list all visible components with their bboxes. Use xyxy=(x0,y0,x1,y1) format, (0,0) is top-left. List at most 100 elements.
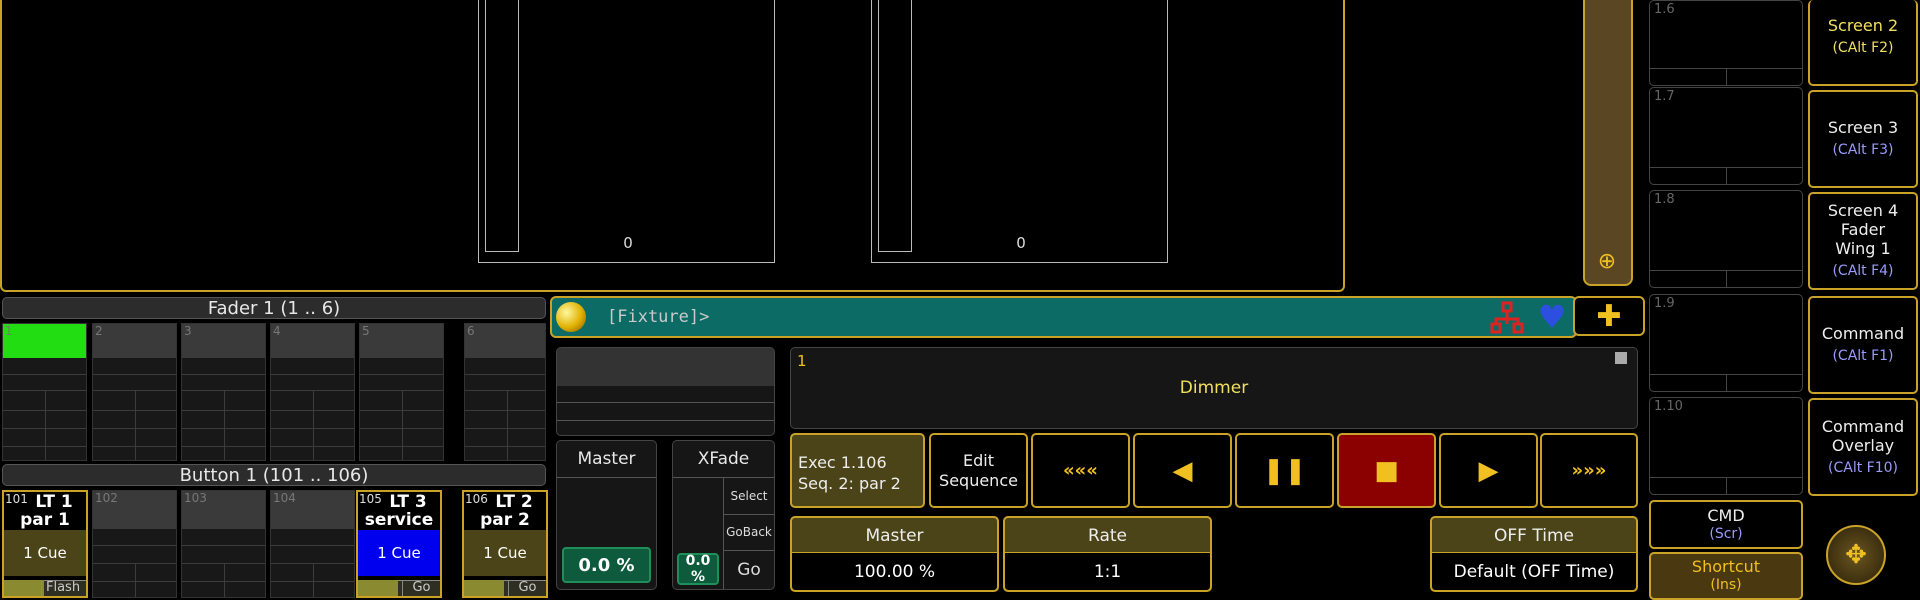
executor-button-cue: 1 Cue xyxy=(4,530,86,576)
xfade-panel[interactable]: XFade Select GoBack Go 0.0 % xyxy=(672,440,775,590)
executor-slot-number: 1.9 xyxy=(1654,296,1675,311)
exec-button[interactable]: Exec 1.106 Seq. 2: par 2 xyxy=(790,433,925,508)
executor-number: 1 xyxy=(797,352,807,370)
command-line[interactable]: [Fixture]> ♥ xyxy=(550,296,1577,338)
executor-button-footer: Go xyxy=(402,580,440,596)
go-button[interactable]: Go xyxy=(724,551,774,589)
master-fader-value: 0.0 % xyxy=(562,547,651,583)
pause-icon[interactable]: ❚❚ xyxy=(1235,433,1334,508)
screen-button-line1: Command xyxy=(1821,324,1905,343)
button-slot[interactable]: 104 xyxy=(270,490,355,598)
master-fader-label: Master xyxy=(577,449,636,469)
heart-icon[interactable]: ♥ xyxy=(1534,298,1570,336)
off-time-control[interactable]: OFF Time Default (OFF Time) xyxy=(1430,516,1638,592)
fader-slot-number: 3 xyxy=(184,324,192,338)
executor-slot[interactable]: 1.10 xyxy=(1649,397,1803,495)
button-panel-title: Button 1 (101 .. 106) xyxy=(2,464,546,486)
executor-display: 1 Dimmer xyxy=(790,347,1638,429)
executor-button-footer: Flash xyxy=(41,580,86,596)
move-icon[interactable]: ✥ xyxy=(1826,525,1886,585)
exec-line2: Seq. 2: par 2 xyxy=(798,474,901,493)
screen-button-key: (CAlt F2) xyxy=(1832,40,1894,56)
screen-button[interactable]: Screen 3 (CAlt F3) xyxy=(1808,90,1918,188)
cmd-button[interactable]: CMD (Scr) xyxy=(1649,500,1803,549)
fader-slot[interactable]: 4 xyxy=(270,323,355,461)
screen-button-key: (CAlt F1) xyxy=(1832,348,1894,364)
fader-visual-1: 0 xyxy=(478,0,775,263)
corner-square-icon xyxy=(1615,352,1627,364)
command-line-text: [Fixture]> xyxy=(607,307,710,327)
master-control-value: 100.00 % xyxy=(792,552,997,590)
executor-slot[interactable]: 1.9 xyxy=(1649,294,1803,392)
screen-button-line1: Screen 3 xyxy=(1827,118,1899,137)
fader-slot-number: 2 xyxy=(95,324,103,338)
executor-button-line2: par 2 xyxy=(480,510,530,530)
screen-button-line1: Screen 4 xyxy=(1827,201,1899,220)
fader-slot[interactable]: 3 xyxy=(181,323,266,461)
executor-button-line2: service xyxy=(364,510,434,530)
master-control[interactable]: Master 100.00 % xyxy=(790,516,999,592)
executor-slot-number: 1.8 xyxy=(1654,192,1675,207)
fader-slot[interactable]: 6 xyxy=(464,323,546,461)
executor-button-line1: LT 3 xyxy=(389,492,427,512)
screen-button[interactable]: Screen 2 (CAlt F2) xyxy=(1808,0,1918,86)
screen-button-key: (CAlt F3) xyxy=(1832,142,1894,158)
executor-slot[interactable]: 1.7 xyxy=(1649,87,1803,185)
rate-control-label: Rate xyxy=(1088,526,1127,546)
fader-slot-number: 1 xyxy=(5,324,13,338)
executor-slot[interactable]: 1.8 xyxy=(1649,190,1803,288)
edit-line2: Sequence xyxy=(939,470,1018,490)
stop-icon[interactable]: ■ xyxy=(1337,433,1436,508)
edit-sequence-button[interactable]: Edit Sequence xyxy=(929,433,1028,508)
executor-slot-number: 1.10 xyxy=(1654,399,1683,414)
shortcut-label: Shortcut xyxy=(1691,557,1761,576)
zoom-in-icon[interactable]: ⊕ xyxy=(1592,246,1622,276)
fader-visual-value: 0 xyxy=(1016,234,1026,252)
executor-preset: Dimmer xyxy=(1179,378,1249,398)
master-control-label: Master xyxy=(865,526,924,546)
executor-slot-number: 1.7 xyxy=(1654,89,1675,104)
executor-slot-number: 1.6 xyxy=(1654,2,1675,17)
rate-control[interactable]: Rate 1:1 xyxy=(1003,516,1212,592)
button-slot[interactable]: 102 xyxy=(92,490,177,598)
fader-slot-number: 6 xyxy=(467,324,475,338)
play-icon[interactable]: ▶ xyxy=(1439,433,1538,508)
button-slot-number: 102 xyxy=(95,491,118,505)
network-icon[interactable] xyxy=(1490,301,1524,335)
screen-button[interactable]: Command Overlay (CAlt F10) xyxy=(1808,398,1918,496)
exec-line1: Exec 1.106 xyxy=(798,453,887,472)
cmd-key: (Scr) xyxy=(1709,525,1743,542)
fast-back-icon[interactable]: ««« xyxy=(1031,433,1130,508)
executor-button-cue: 1 Cue xyxy=(464,530,546,576)
fader-slot[interactable]: 2 xyxy=(92,323,177,461)
executor-button[interactable]: 105 LT 3 service 1 Cue Go xyxy=(356,490,442,598)
button-slot-number: 104 xyxy=(273,491,296,505)
fast-forward-icon[interactable]: »»» xyxy=(1540,433,1638,508)
fader-slot-number: 5 xyxy=(362,324,370,338)
shortcut-key: (Ins) xyxy=(1710,577,1742,593)
screen-button[interactable]: Screen 4 Fader Wing 1 (CAlt F4) xyxy=(1808,192,1918,290)
vertical-scrollbar[interactable] xyxy=(1583,0,1633,286)
shortcut-button[interactable]: Shortcut (Ins) xyxy=(1649,552,1803,600)
executor-button[interactable]: 106 LT 2 par 21 Cue Go xyxy=(462,490,548,598)
screen-button[interactable]: Command (CAlt F1) xyxy=(1808,296,1918,394)
executor-button-line1: LT 2 xyxy=(495,492,533,512)
button-slot-number: 103 xyxy=(184,491,207,505)
select-button[interactable]: Select xyxy=(724,479,774,513)
back-icon[interactable]: ◀ xyxy=(1133,433,1232,508)
fader-slot[interactable]: 5 xyxy=(359,323,444,461)
executor-button-footer: Go xyxy=(508,580,546,596)
executor-button-line1: LT 1 xyxy=(35,492,73,512)
off-time-value: Default (OFF Time) xyxy=(1432,552,1636,590)
plus-icon[interactable]: ✚ xyxy=(1573,296,1645,336)
executor-button[interactable]: 101 LT 1 par 11 Cue Flash xyxy=(2,490,88,598)
fader-slot[interactable]: 1 xyxy=(2,323,87,461)
xfade-label: XFade xyxy=(697,449,750,469)
screen-button-line2: Overlay xyxy=(1831,435,1895,455)
executor-slot[interactable]: 1.6 xyxy=(1649,0,1803,86)
cmd-label: CMD xyxy=(1707,505,1745,525)
goback-button[interactable]: GoBack xyxy=(724,515,774,549)
master-fader-panel[interactable]: Master 0.0 % xyxy=(556,440,657,590)
yellow-ball-icon xyxy=(556,302,586,332)
button-slot[interactable]: 103 xyxy=(181,490,266,598)
